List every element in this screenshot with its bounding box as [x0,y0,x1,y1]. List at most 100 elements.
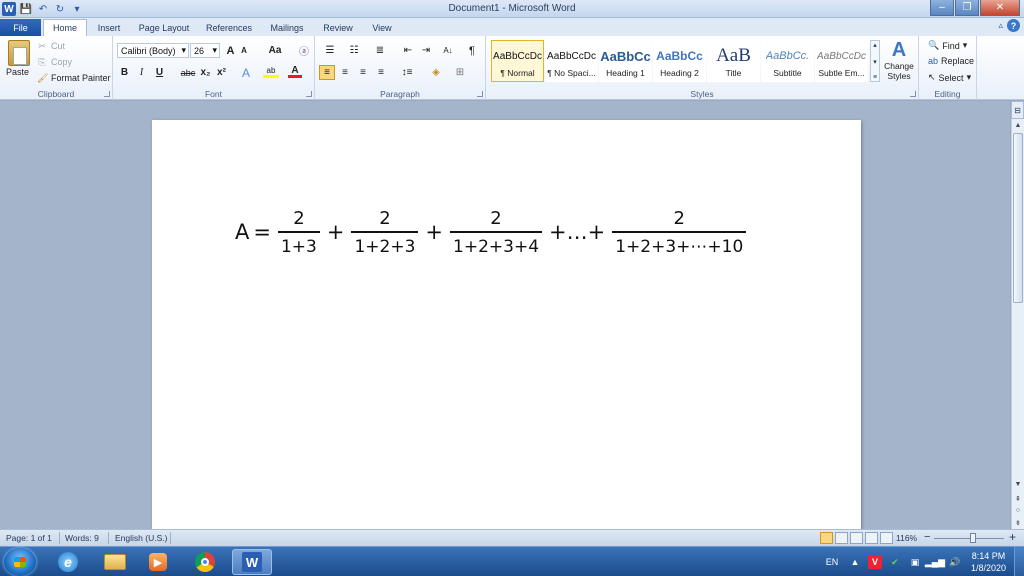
page-count[interactable]: Page: 1 of 1 [6,533,52,543]
style-heading-2[interactable]: AaBbCc Heading 2 [653,40,706,82]
paragraph-dialog-launcher-icon[interactable] [477,91,483,97]
zoom-in-button[interactable]: + [1009,530,1016,544]
print-layout-view-icon[interactable] [820,532,833,544]
tab-references[interactable]: References [200,20,258,36]
show-desktop-button[interactable] [1014,547,1024,576]
scroll-up-arrow-icon[interactable]: ▲ [1012,120,1024,131]
tab-review[interactable]: Review [316,20,360,36]
volume-icon[interactable]: 🔊 [948,555,962,569]
help-icon[interactable]: ? [1007,19,1020,32]
style-no-spacing[interactable]: AaBbCcDc ¶ No Spaci... [545,40,598,82]
font-dialog-launcher-icon[interactable] [306,91,312,97]
increase-indent-icon[interactable]: ⇥ [419,43,433,58]
line-spacing-icon[interactable]: ↕≡ [397,65,417,80]
antivirus-icon[interactable]: V [867,555,882,569]
paste-button[interactable]: Paste [6,67,29,77]
show-hidden-icons-icon[interactable]: ▲ [848,555,862,569]
chrome-icon[interactable] [185,549,225,575]
minimize-ribbon-icon[interactable]: ▵ [998,20,1003,31]
change-case-button[interactable]: Aa [265,43,285,58]
next-page-icon[interactable]: ⇟ [1012,517,1024,528]
align-left-icon[interactable]: ≡ [319,65,335,80]
scroll-thumb[interactable] [1013,133,1023,303]
security-check-icon[interactable]: ✔ [888,555,902,569]
underline-button[interactable]: U [153,65,166,80]
maximize-button[interactable]: ❐ [955,0,979,16]
style-subtle-emphasis[interactable]: AaBbCcDc Subtle Em... [815,40,868,82]
bullets-icon[interactable]: ☰ [321,43,339,58]
word-count[interactable]: Words: 9 [65,533,99,543]
close-button[interactable]: ✕ [980,0,1020,16]
zoom-out-button[interactable]: − [924,531,930,543]
font-size-combo[interactable]: 26 ▾ [190,43,220,58]
style-heading-1[interactable]: AaBbCc Heading 1 [599,40,652,82]
format-painter-button[interactable]: 🖌 Format Painter [37,71,111,85]
scroll-down-arrow-icon[interactable]: ▼ [1012,479,1024,490]
word-taskbar-icon[interactable]: W [232,549,272,575]
view-ruler-icon[interactable]: ⊟ [1011,101,1024,119]
tab-insert[interactable]: Insert [90,20,128,36]
justify-icon[interactable]: ≡ [373,65,389,80]
device-icon[interactable]: ▣ [908,555,922,569]
styles-dialog-launcher-icon[interactable] [910,91,916,97]
draft-view-icon[interactable] [880,532,893,544]
italic-button[interactable]: I [135,65,148,80]
highlight-icon[interactable]: ab [263,65,279,78]
copy-button[interactable]: ⎘ Copy [37,55,72,69]
zoom-slider-thumb[interactable] [970,533,976,543]
shading-icon[interactable]: ◈ [427,65,445,80]
web-layout-icon[interactable] [850,532,863,544]
align-center-icon[interactable]: ≡ [337,65,353,80]
file-explorer-icon[interactable] [95,549,135,575]
internet-explorer-icon[interactable]: e [48,549,88,575]
previous-page-icon[interactable]: ⇞ [1012,493,1024,504]
tab-mailings[interactable]: Mailings [263,20,311,36]
full-screen-reading-icon[interactable] [835,532,848,544]
tab-page-layout[interactable]: Page Layout [133,20,195,36]
font-color-icon[interactable]: A [288,65,302,78]
select-button[interactable]: ↖ Select ▾ [928,72,971,83]
subscript-button[interactable]: x₂ [199,65,212,80]
input-language-indicator[interactable]: EN [822,555,842,569]
clock[interactable]: 8:14 PM 1/8/2020 [971,550,1006,574]
change-styles-button[interactable]: A Change Styles [884,39,914,81]
clipboard-dialog-launcher-icon[interactable] [104,91,110,97]
zoom-slider[interactable] [934,538,1004,539]
document-page[interactable] [152,120,861,540]
vertical-scrollbar[interactable]: ▲ ▼ ⇞ ○ ⇟ [1011,119,1024,529]
strikethrough-button[interactable]: abc [179,65,197,80]
grow-font-button[interactable]: A [224,43,237,58]
start-button[interactable] [4,548,36,576]
tab-home[interactable]: Home [43,19,87,36]
shrink-font-button[interactable]: A [238,43,250,58]
find-button[interactable]: 🔍 Find ▾ [928,40,967,51]
styles-gallery-scroll[interactable]: ▴ ▾ ≡ [870,40,880,82]
media-player-icon[interactable]: ▶ [138,549,178,575]
minimize-button[interactable]: – [930,0,954,16]
zoom-level[interactable]: 116% [896,533,917,543]
font-name-combo[interactable]: Calibri (Body) ▾ [117,43,189,58]
tab-file[interactable]: File [0,19,41,36]
borders-icon[interactable]: ⊞ [451,65,469,80]
text-effects-icon[interactable]: A [239,65,253,80]
style-subtitle[interactable]: AaBbCc. Subtitle [761,40,814,82]
align-right-icon[interactable]: ≡ [355,65,371,80]
paste-icon[interactable] [8,40,30,66]
show-formatting-button[interactable]: ¶ [465,43,479,58]
numbering-icon[interactable]: ☷ [345,43,363,58]
bold-button[interactable]: B [118,65,131,80]
cut-button[interactable]: ✂ Cut [37,39,65,53]
style-normal[interactable]: AaBbCcDc ¶ Normal [491,40,544,82]
sort-button[interactable]: A↓ [440,43,456,58]
browse-object-icon[interactable]: ○ [1012,505,1024,516]
decrease-indent-icon[interactable]: ⇤ [401,43,415,58]
network-signal-icon[interactable]: ▂▄▆ [925,555,945,569]
replace-button[interactable]: ab Replace [928,56,974,66]
language-indicator[interactable]: English (U.S.) [115,533,167,543]
outline-view-icon[interactable] [865,532,878,544]
superscript-button[interactable]: x² [215,65,228,80]
style-title[interactable]: AaB Title [707,40,760,82]
multilevel-list-icon[interactable]: ≣ [371,43,389,58]
clear-formatting-icon[interactable]: ⓐ [297,43,311,58]
equation[interactable]: A = 2 1+3 + 2 1+2+3 + 2 1+2+3+4 +…+ 2 1+… [235,200,749,264]
